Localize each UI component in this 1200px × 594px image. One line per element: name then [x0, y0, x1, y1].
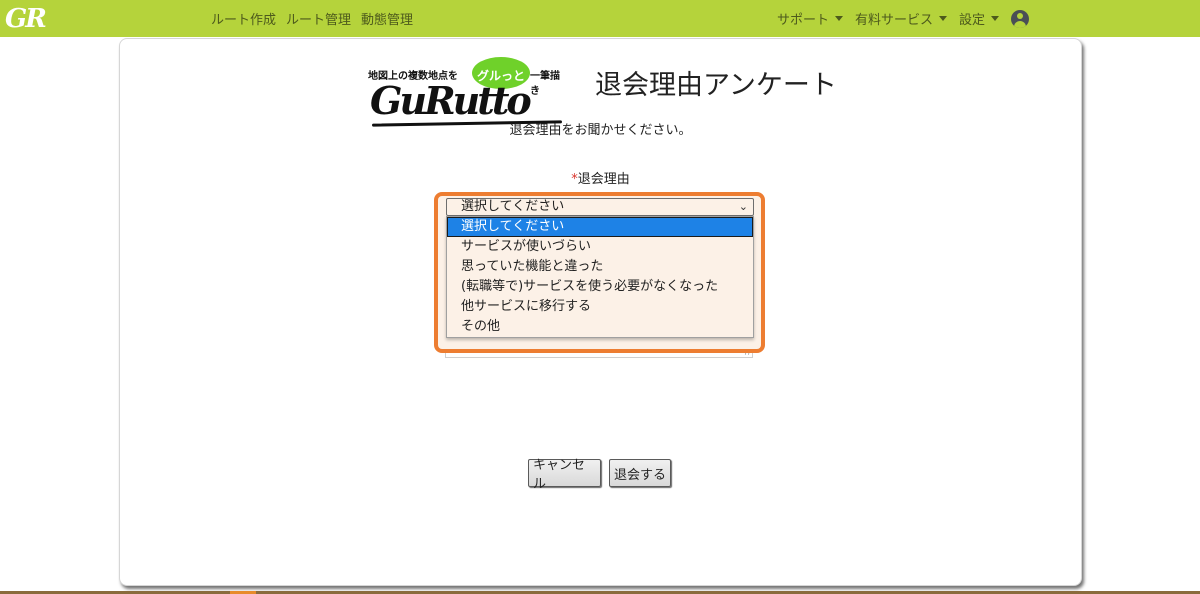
nav-link-route-manage[interactable]: ルート管理	[286, 9, 351, 28]
nav-menu-support[interactable]: サポート	[777, 9, 843, 28]
user-icon-head	[1017, 12, 1023, 19]
reason-option[interactable]: 思っていた機能と違った	[447, 257, 753, 277]
reason-option[interactable]: (転職等で)サービスを使う必要がなくなった	[447, 277, 753, 297]
chevron-down-icon: ⌄	[738, 200, 748, 213]
cancel-button[interactable]: キャンセル	[528, 458, 601, 492]
caret-down-icon	[938, 16, 947, 21]
gurutto-logo: 地図上の複数地点を グルっと 一筆描き GuRutto	[368, 53, 568, 127]
survey-card: 地図上の複数地点を グルっと 一筆描き GuRutto 退会理由アンケート 退会…	[119, 38, 1082, 586]
reason-option[interactable]: その他	[447, 317, 753, 337]
nav-menu-settings[interactable]: 設定	[959, 9, 999, 28]
nav-menu-paid-services-label: 有料サービス	[854, 13, 933, 28]
nav-menus: サポート 有料サービス 設定	[777, 0, 1029, 37]
reason-select[interactable]: 選択してください ⌄	[446, 198, 754, 216]
reason-select-value: 選択してください	[461, 199, 565, 214]
logo-wordmark: GuRutto	[370, 78, 532, 123]
nav-link-tracking[interactable]: 動態管理	[361, 9, 413, 28]
reason-option[interactable]: 選択してください	[447, 217, 753, 237]
nav-link-route-create[interactable]: ルート作成	[211, 9, 276, 28]
nav-menu-paid-services[interactable]: 有料サービス	[855, 9, 947, 28]
caret-down-icon	[834, 16, 843, 21]
caret-down-icon	[991, 16, 999, 21]
intro-text: 退会理由をお聞かせください。	[509, 123, 692, 138]
user-circle-icon[interactable]	[1011, 9, 1029, 28]
user-icon-body	[1014, 20, 1026, 28]
reason-options-list: 選択してください サービスが使いづらい 思っていた機能と違った (転職等で)サー…	[446, 216, 754, 338]
reason-option[interactable]: サービスが使いづらい	[447, 237, 753, 257]
brand-logo[interactable]: GR	[5, 5, 47, 33]
page-title: 退会理由アンケート	[595, 70, 837, 101]
reason-label-text: 退会理由	[577, 172, 630, 187]
withdraw-button[interactable]: 退会する	[609, 459, 671, 487]
nav-links: ルート作成 ルート管理 動態管理	[211, 0, 413, 37]
reason-label: *退会理由	[120, 168, 1081, 187]
logo-tagline-right: 一筆描き	[530, 71, 560, 97]
nav-menu-support-label: サポート	[776, 13, 829, 28]
nav-menu-settings-label: 設定	[958, 13, 985, 28]
top-navbar: GR ルート作成 ルート管理 動態管理 サポート 有料サービス 設定	[0, 0, 1200, 37]
reason-option[interactable]: 他サービスに移行する	[447, 297, 753, 317]
